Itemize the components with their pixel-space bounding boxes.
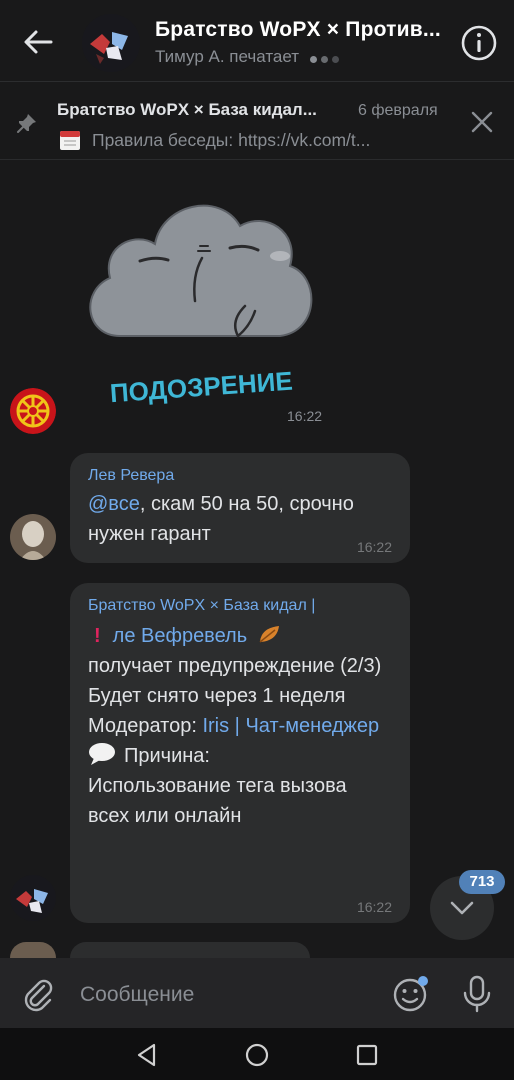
unread-badge[interactable]: 713 xyxy=(459,870,505,894)
moderator-label: Модератор: xyxy=(88,715,197,737)
nav-recents-icon[interactable] xyxy=(354,1042,380,1068)
system-navigation-bar xyxy=(0,1028,514,1080)
message-bubble[interactable] xyxy=(70,942,310,958)
reason-line: Причина: xyxy=(88,741,392,771)
mention-link[interactable]: @все xyxy=(88,493,140,515)
sticker-cloud-image: ПОДОЗРЕНИЕ xyxy=(89,204,313,408)
message-composer xyxy=(0,958,514,1028)
sticker-message[interactable]: ПОДОЗРЕНИЕ xyxy=(80,186,325,408)
chat-header: Братство WoPX × Против... Тимур А. печат… xyxy=(0,0,514,82)
leaf-icon xyxy=(259,626,279,643)
message-text: ! ле Вефревель получает предупреждение (2… xyxy=(88,621,392,831)
exclamation-icon: ! xyxy=(94,625,101,647)
warning-text: получает предупреждение (2/3) xyxy=(88,655,382,677)
message-bubble[interactable]: Лев Ревера @все, скам 50 на 50, срочно н… xyxy=(70,453,410,563)
message-time: 16:22 xyxy=(356,899,392,915)
avatar[interactable] xyxy=(10,388,56,434)
sender-name[interactable]: Братство WoPX × База кидал | xyxy=(88,597,392,615)
moderator-link[interactable]: Iris | Чат-менеджер xyxy=(202,715,379,737)
sender-name[interactable]: Лев Ревера xyxy=(88,467,392,485)
message-input[interactable] xyxy=(80,978,370,1012)
pinned-date: 6 февраля xyxy=(358,102,438,119)
message-time: 16:22 xyxy=(356,539,392,555)
back-arrow-icon xyxy=(24,30,53,54)
sticker-caption: ПОДОЗРЕНИЕ xyxy=(109,366,294,406)
info-button[interactable] xyxy=(460,24,498,62)
reason-label: Причина: xyxy=(124,745,210,767)
expiry-text: Будет снято через 1 неделя xyxy=(88,685,346,707)
avatar[interactable] xyxy=(10,875,56,921)
pinned-message[interactable]: Братство WoPX × База кидал... 6 февраля … xyxy=(0,82,514,160)
paperclip-icon[interactable] xyxy=(20,976,56,1012)
message-bubble[interactable]: Братство WoPX × База кидал | ! ле Вефреве… xyxy=(70,583,410,923)
speech-bubble-icon xyxy=(89,743,115,765)
typing-status: Тимур А. печатает xyxy=(155,47,343,68)
pinned-text: Правила беседы: https://vk.com/t... xyxy=(58,128,370,152)
message-time: 16:22 xyxy=(287,408,323,424)
nav-back-icon[interactable] xyxy=(134,1042,160,1068)
warning-line: ! ле Вефревель xyxy=(88,621,392,651)
pin-icon xyxy=(17,114,36,133)
typing-dots-icon xyxy=(309,48,343,68)
moderator-line: Модератор: Iris | Чат-менеджер xyxy=(88,711,392,741)
pinned-title: Братство WoPX × База кидал... xyxy=(57,100,317,119)
user-link[interactable]: ле Вефревель xyxy=(113,625,247,647)
chevron-down-icon xyxy=(450,901,474,915)
typing-status-text: Тимур А. печатает xyxy=(155,47,300,66)
reason-text: Использование тега вызова всех или онлай… xyxy=(88,775,347,827)
avatar[interactable] xyxy=(10,514,56,560)
back-button[interactable] xyxy=(18,22,58,62)
microphone-icon[interactable] xyxy=(460,974,494,1014)
pinned-text-content: Правила беседы: https://vk.com/t... xyxy=(92,129,371,150)
emoji-notification-dot xyxy=(418,976,428,986)
calendar-icon xyxy=(60,131,80,150)
chat-avatar[interactable] xyxy=(82,14,140,72)
avatar[interactable] xyxy=(10,942,56,958)
info-icon xyxy=(461,25,497,61)
nav-home-icon[interactable] xyxy=(244,1042,270,1068)
close-icon[interactable] xyxy=(470,110,494,134)
chat-title[interactable]: Братство WoPX × Против... xyxy=(155,18,445,42)
message-text: @все, скам 50 на 50, срочно нужен гарант xyxy=(88,489,392,549)
